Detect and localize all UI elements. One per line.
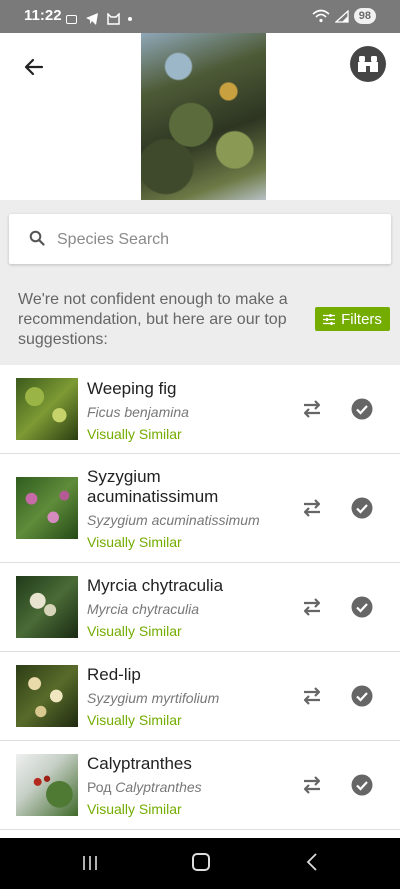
common-name: Syzygium acuminatissimum (87, 467, 219, 506)
visually-similar-tag: Visually Similar (87, 623, 182, 639)
status-time: 11:22 (24, 7, 62, 24)
visually-similar-tag: Visually Similar (87, 426, 182, 442)
cat-icon (107, 13, 120, 25)
notification-icons (66, 13, 132, 25)
visually-similar-tag: Visually Similar (87, 534, 182, 550)
arrow-left-icon[interactable] (22, 55, 46, 79)
swap-icon[interactable] (300, 684, 324, 708)
explore-button[interactable] (350, 46, 386, 82)
check-circle-icon[interactable] (351, 398, 373, 420)
common-name: Weeping fig (87, 379, 177, 398)
filters-button[interactable]: Filters (315, 307, 390, 331)
species-thumbnail (16, 378, 78, 440)
search-box[interactable] (9, 214, 391, 266)
visually-similar-tag: Visually Similar (87, 712, 182, 728)
binoculars-icon (358, 56, 378, 72)
scientific-name: Ficus benjamina (87, 404, 189, 420)
check-circle-icon[interactable] (351, 685, 373, 707)
telegram-icon (86, 13, 98, 25)
search-panel: We're not confident enough to make a rec… (0, 200, 400, 365)
list-item[interactable]: Calyptranthes Род Calyptranthes Visually… (0, 741, 400, 830)
wifi-icon (312, 9, 330, 23)
search-icon (29, 230, 45, 246)
scientific-genus: Calyptranthes (115, 779, 202, 795)
list-item[interactable]: Myrcia chytraculia Myrcia chytraculia Vi… (0, 563, 400, 652)
check-circle-icon[interactable] (351, 497, 373, 519)
visually-similar-tag: Visually Similar (87, 801, 182, 817)
list-item[interactable]: Weeping fig Ficus benjamina Visually Sim… (0, 365, 400, 454)
header (0, 33, 400, 200)
status-bar: 11:22 98 (0, 0, 400, 33)
list-item[interactable]: Syzygium acuminatissimum Syzygium acumin… (0, 454, 400, 563)
battery-indicator: 98 (353, 8, 376, 24)
check-circle-icon[interactable] (351, 774, 373, 796)
scientific-name: Myrcia chytraculia (87, 601, 200, 617)
swap-icon[interactable] (300, 595, 324, 619)
sliders-icon (323, 313, 336, 325)
common-name: Calyptranthes (87, 754, 192, 773)
species-thumbnail (16, 754, 78, 816)
observation-photo[interactable] (141, 33, 266, 200)
more-notifications-icon (128, 17, 132, 21)
signal-icon (334, 9, 349, 23)
list-item[interactable]: Red-lip Syzygium myrtifolium Visually Si… (0, 652, 400, 741)
system-back-icon[interactable] (306, 853, 318, 871)
species-thumbnail (16, 576, 78, 638)
swap-icon[interactable] (300, 496, 324, 520)
suggestions-list: Weeping fig Ficus benjamina Visually Sim… (0, 365, 400, 830)
scientific-name: Syzygium myrtifolium (87, 690, 220, 706)
recent-apps-icon[interactable] (82, 855, 98, 871)
home-icon[interactable] (192, 853, 210, 871)
filters-label: Filters (341, 310, 382, 328)
common-name: Red-lip (87, 665, 141, 684)
scientific-name: Род Calyptranthes (87, 779, 202, 795)
swap-icon[interactable] (300, 397, 324, 421)
search-input[interactable] (55, 214, 379, 266)
species-thumbnail (16, 477, 78, 539)
scientific-name: Syzygium acuminatissimum (87, 512, 260, 528)
status-right: 98 (312, 8, 376, 24)
scientific-prefix: Род (87, 779, 112, 795)
confidence-notice: We're not confident enough to make a rec… (18, 291, 288, 348)
system-nav-bar (0, 838, 400, 889)
species-thumbnail (16, 665, 78, 727)
check-circle-icon[interactable] (351, 596, 373, 618)
common-name: Myrcia chytraculia (87, 576, 224, 595)
swap-icon[interactable] (300, 773, 324, 797)
screenshot-icon (66, 14, 77, 24)
